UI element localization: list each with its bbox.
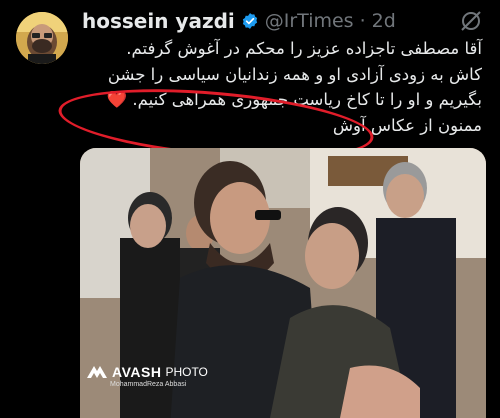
avatar-image — [16, 12, 68, 64]
avash-logo-icon — [87, 366, 107, 378]
mute-icon[interactable] — [458, 9, 484, 33]
watermark-logo: AVASH — [112, 364, 162, 380]
photo-watermark: AVASH PHOTO MohammadReza Abbasi — [86, 364, 208, 388]
watermark-credit: MohammadReza Abbasi — [110, 381, 187, 388]
tweet-header: hossein yazdi @IrTimes · 2d — [82, 8, 484, 34]
author-handle[interactable]: @IrTimes — [265, 10, 354, 32]
tweet-text: آقا مصطفی تاجزاده عزیز را محکم در آغوش گ… — [76, 36, 482, 138]
separator-dot: · — [359, 10, 366, 32]
watermark-photo: PHOTO — [165, 365, 208, 379]
tweet-time[interactable]: 2d — [372, 10, 396, 32]
tweet-text-line: کاش به زودی آزادی او و همه زندانیان سیاس… — [107, 64, 482, 84]
author-avatar[interactable] — [16, 12, 68, 64]
author-name[interactable]: hossein yazdi — [82, 9, 235, 33]
verified-badge-icon — [242, 13, 257, 29]
tweet-photo[interactable]: AVASH PHOTO MohammadReza Abbasi — [80, 148, 486, 418]
tweet-text-line: ممنون از عکاس آوش — [332, 115, 482, 135]
tweet-text-line: بگیریم و او را تا کاخ ریاست جمهوری همراه… — [106, 90, 482, 109]
tweet-text-line: آقا مصطفی تاجزاده عزیز را محکم در آغوش گ… — [126, 39, 482, 58]
